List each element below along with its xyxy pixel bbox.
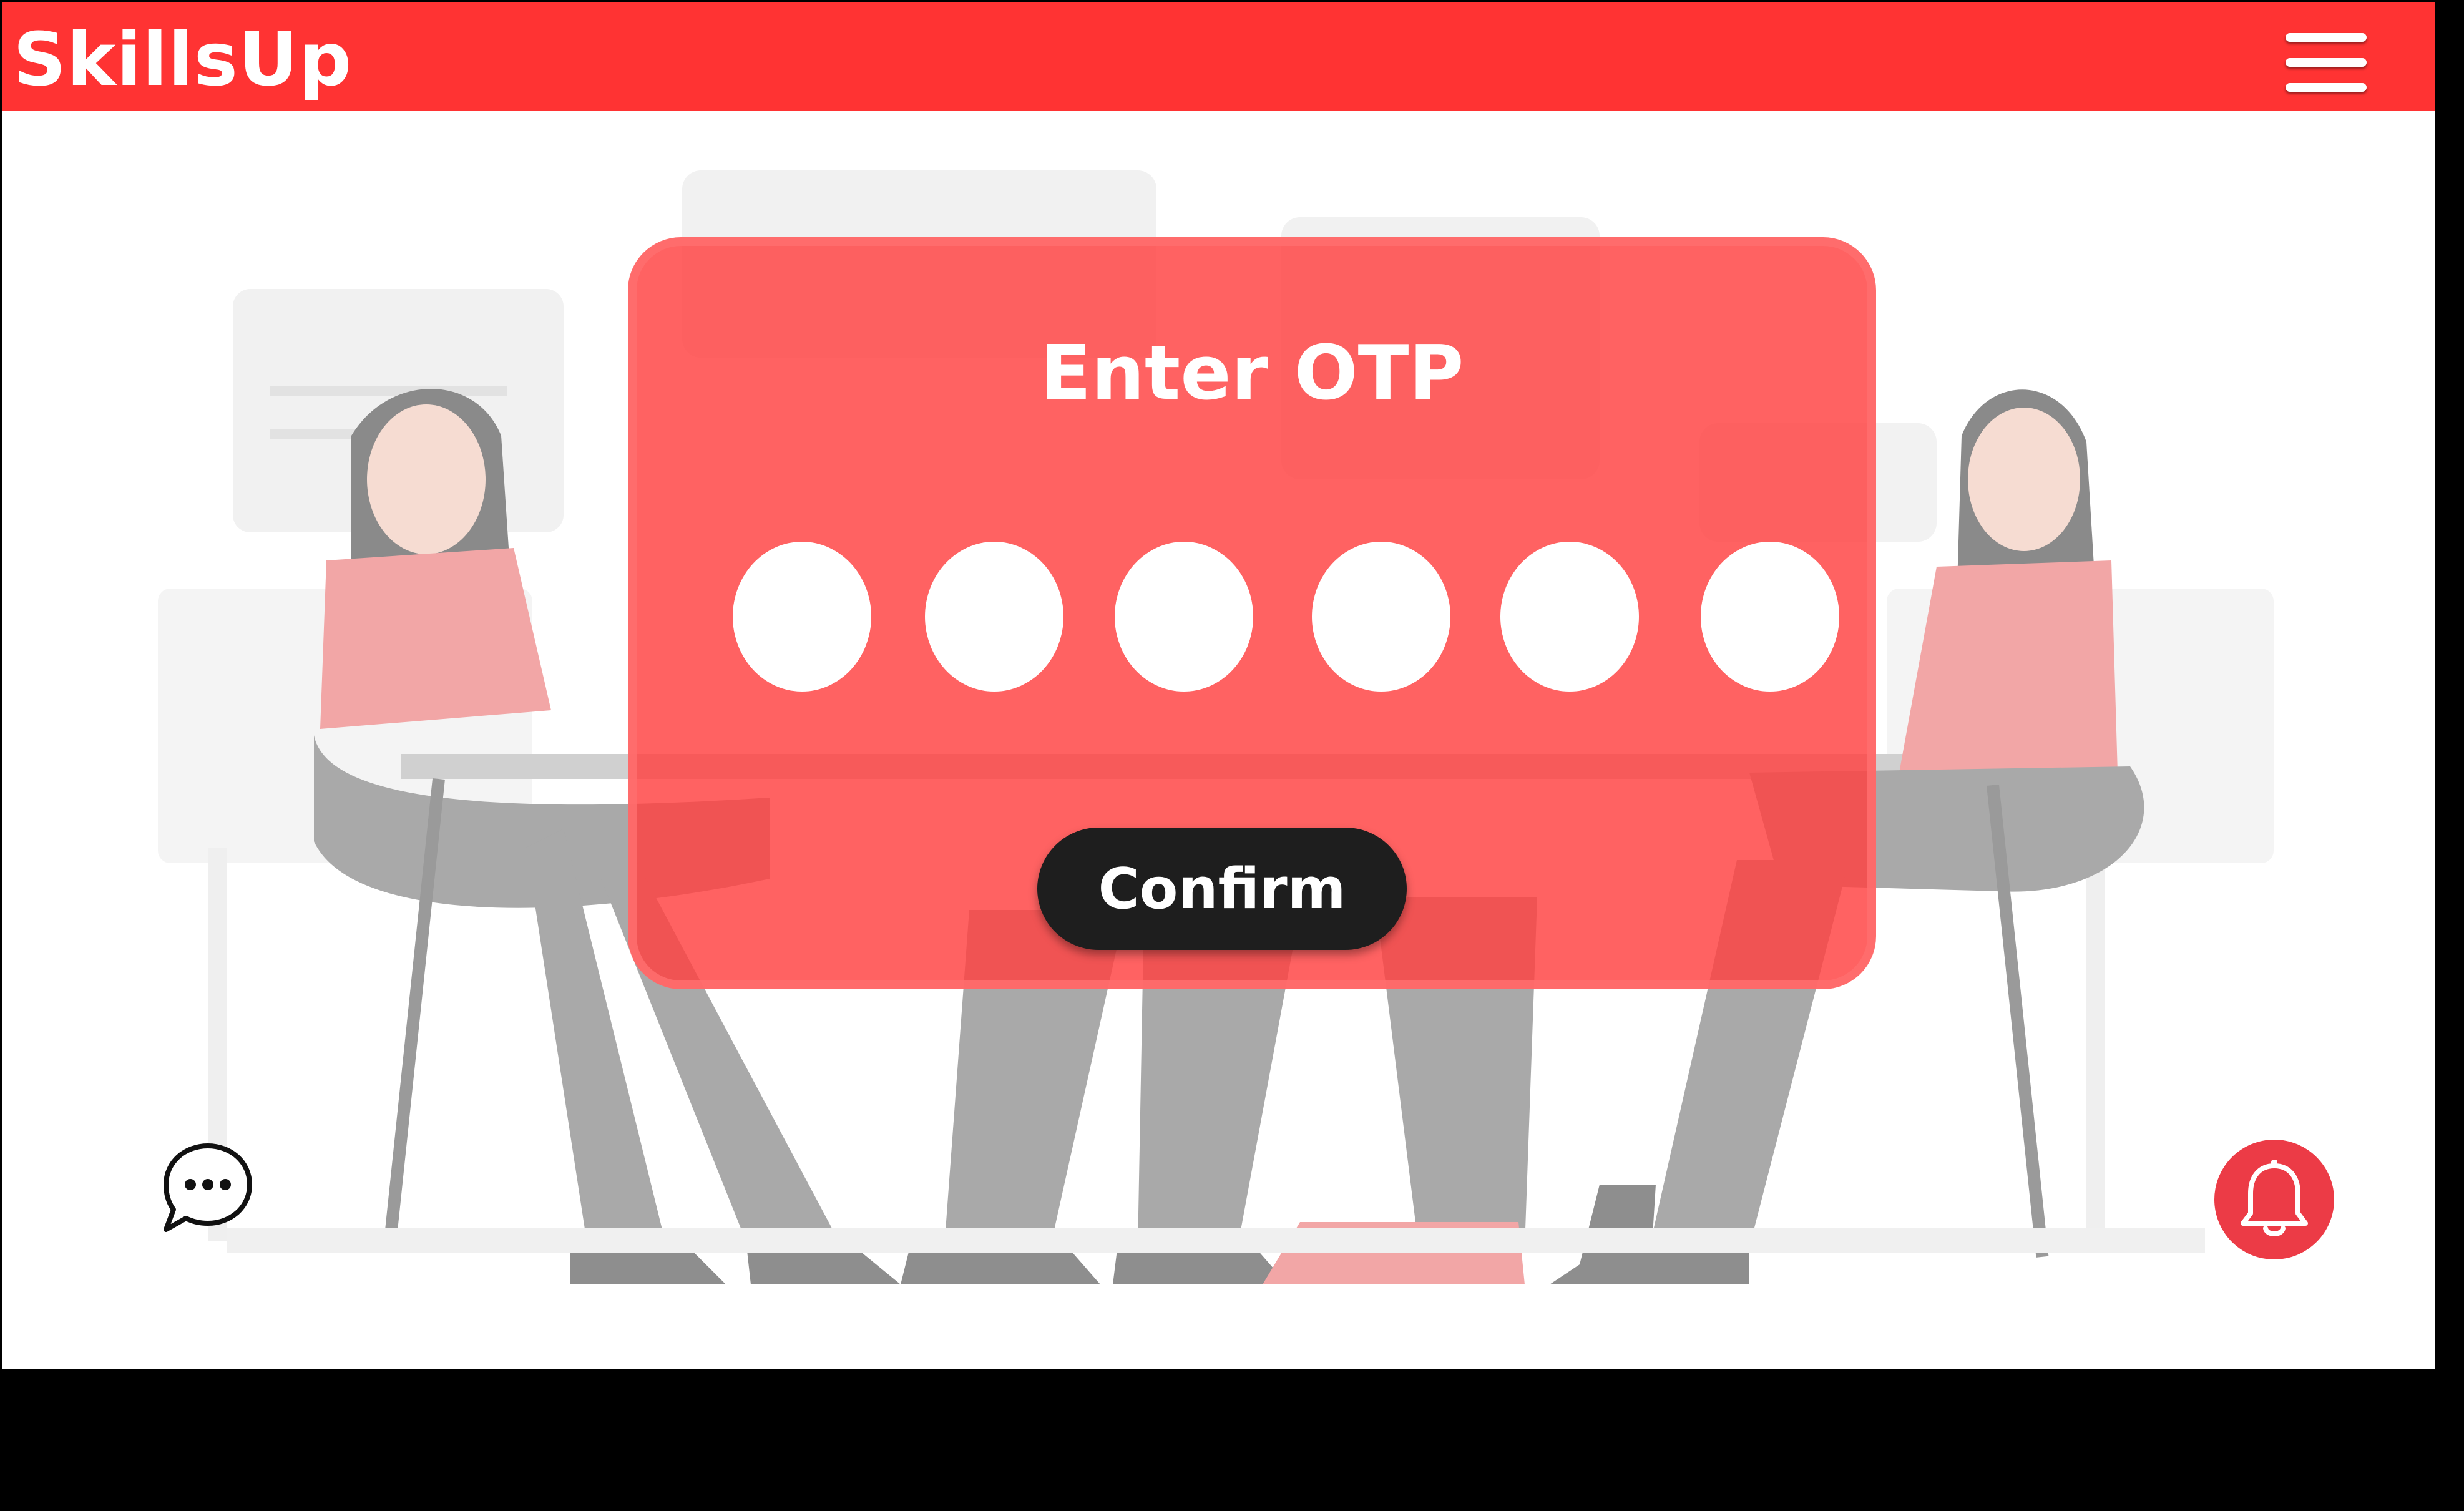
otp-digit-3[interactable] — [1115, 542, 1253, 692]
chat-bubble-icon[interactable] — [161, 1141, 255, 1235]
otp-digit-6[interactable] — [1701, 542, 1839, 692]
bell-icon[interactable] — [2214, 1140, 2334, 1259]
otp-digit-4[interactable] — [1312, 542, 1450, 692]
otp-digit-2[interactable] — [925, 542, 1063, 692]
otp-digit-1[interactable] — [733, 542, 871, 692]
app-screen: SkillsUp Enter OTP Confirm — [2, 2, 2435, 1369]
hamburger-menu-icon[interactable] — [2286, 33, 2367, 95]
otp-title: Enter OTP — [1040, 330, 1464, 417]
top-bar: SkillsUp — [2, 2, 2435, 111]
otp-dialog: Enter OTP Confirm — [628, 237, 1876, 989]
brand-logo: SkillsUp — [13, 16, 353, 102]
otp-digit-5[interactable] — [1500, 542, 1639, 692]
confirm-button[interactable]: Confirm — [1037, 828, 1407, 950]
